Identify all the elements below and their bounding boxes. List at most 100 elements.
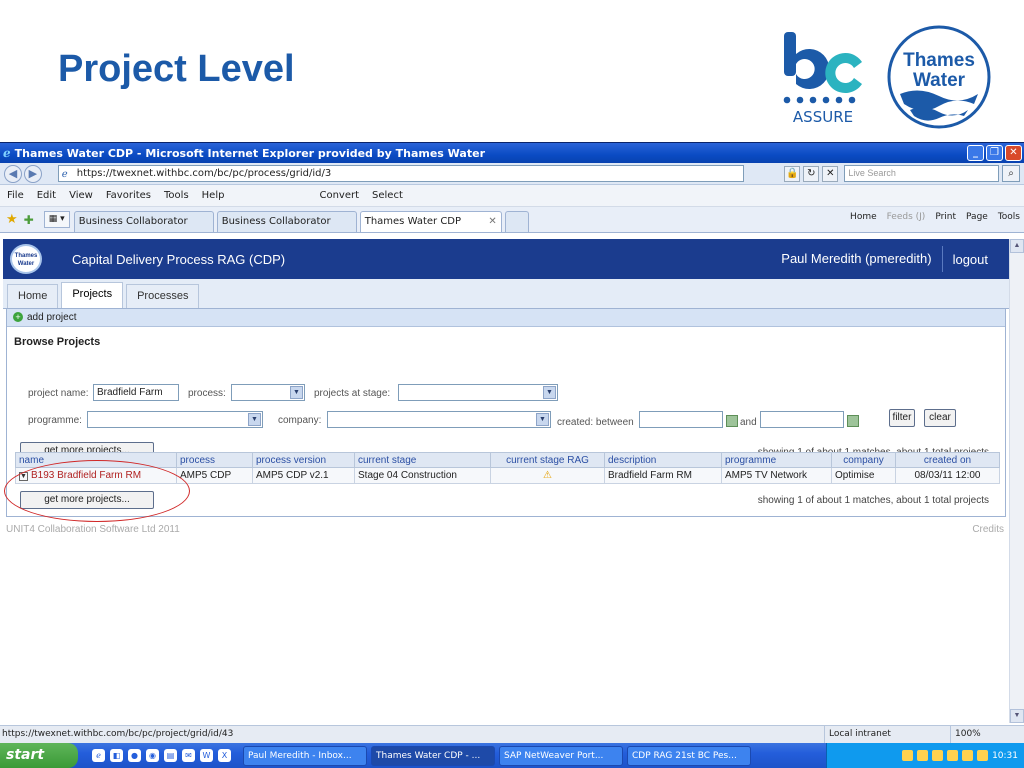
chevron-down-icon: ▼ <box>248 413 261 426</box>
tray-icon[interactable] <box>902 750 914 761</box>
tray-icon[interactable] <box>947 750 959 761</box>
tray-icon[interactable] <box>962 750 974 761</box>
lock-icon[interactable]: 🔒 <box>784 165 801 182</box>
column-header-process-version[interactable]: process version <box>252 452 355 468</box>
task-sap-netweaver[interactable]: SAP NetWeaver Port... <box>499 745 623 766</box>
clear-button[interactable]: clear <box>924 409 956 427</box>
scroll-down-icon[interactable]: ▼ <box>1010 709 1024 723</box>
calendar-icon[interactable] <box>726 415 738 427</box>
chevron-down-icon: ▼ <box>290 386 303 399</box>
media-quicklaunch-icon[interactable]: ● <box>128 749 141 762</box>
project-name-input[interactable]: Bradfield Farm <box>93 384 179 401</box>
task-cdp-rag-doc[interactable]: CDP RAG 21st BC Pes... <box>627 745 751 766</box>
app-title: Capital Delivery Process RAG (CDP) <box>72 251 286 267</box>
current-user: Paul Meredith (pmeredith) <box>781 246 943 272</box>
stage-select[interactable]: ▼ <box>398 384 558 401</box>
tray-icon[interactable] <box>977 750 989 761</box>
filter-button[interactable]: filter <box>889 409 915 427</box>
search-icon[interactable]: ⌕ <box>1002 165 1020 182</box>
favorites-star-icon[interactable]: ★ <box>6 212 18 227</box>
task-outlook[interactable]: Paul Meredith - Inbox... <box>243 745 367 766</box>
menu-file[interactable]: File <box>7 190 24 201</box>
quick-tabs-icon[interactable]: ▦ ▾ <box>43 211 70 228</box>
created-from-input[interactable] <box>639 411 723 428</box>
scroll-up-icon[interactable]: ▲ <box>1010 239 1024 253</box>
browser-tab-business-collaborator-1[interactable]: Business Collaborator <box>73 211 214 232</box>
add-project-button[interactable]: + add project <box>7 309 1005 327</box>
clock[interactable]: 10:31 <box>992 751 1018 761</box>
column-header-current-stage[interactable]: current stage <box>354 452 491 468</box>
cell-current-stage: Stage 04 Construction <box>354 467 491 484</box>
feeds-button[interactable]: Feeds (J) <box>887 212 926 222</box>
menu-view[interactable]: View <box>69 190 93 201</box>
column-header-process[interactable]: process <box>176 452 253 468</box>
browser-tab-thames-water-cdp[interactable]: ✕ Thames Water CDP <box>359 211 502 232</box>
home-button[interactable]: Home <box>850 212 877 222</box>
start-button[interactable]: start <box>0 743 78 768</box>
menu-tools[interactable]: Tools <box>164 190 189 201</box>
close-tab-icon[interactable]: ✕ <box>488 216 496 227</box>
new-tab-button[interactable] <box>504 211 529 232</box>
menu-bar: File Edit View Favorites Tools Help Conv… <box>0 185 1024 207</box>
folder-quicklaunch-icon[interactable]: ▤ <box>164 749 177 762</box>
print-button[interactable]: Print <box>935 212 956 222</box>
column-header-description[interactable]: description <box>604 452 722 468</box>
created-to-input[interactable] <box>760 411 844 428</box>
back-icon[interactable]: ◀ <box>4 164 22 183</box>
cell-description: Bradfield Farm RM <box>604 467 722 484</box>
ie-quicklaunch-icon[interactable]: ℯ <box>92 749 105 762</box>
outlook-quicklaunch-icon[interactable]: ✉ <box>182 749 195 762</box>
cell-process: AMP5 CDP <box>176 467 253 484</box>
add-favorite-icon[interactable]: ✚ <box>24 213 34 227</box>
tools-button[interactable]: Tools <box>998 212 1020 222</box>
slide-title: Project Level <box>58 48 295 90</box>
calendar-icon[interactable] <box>847 415 859 427</box>
tab-projects[interactable]: Projects <box>61 282 124 308</box>
project-name-label: project name: <box>28 388 89 399</box>
browser-tab-bar: ★ ✚ ▦ ▾ Business Collaborator Business C… <box>0 207 1024 233</box>
tab-processes[interactable]: Processes <box>126 284 200 308</box>
word-quicklaunch-icon[interactable]: W <box>200 749 213 762</box>
live-search-input[interactable]: Live Search <box>844 165 1000 182</box>
minimize-button[interactable]: _ <box>967 145 984 161</box>
status-bar: https://twexnet.withbc.com/bc/pc/project… <box>0 725 1024 743</box>
cell-programme: AMP5 TV Network <box>721 467 832 484</box>
menu-favorites[interactable]: Favorites <box>106 190 151 201</box>
browser-tab-label: Thames Water CDP <box>364 216 462 227</box>
close-window-button[interactable]: ✕ <box>1005 145 1022 161</box>
browser-tab-business-collaborator-2[interactable]: Business Collaborator <box>216 211 357 232</box>
convert-button[interactable]: Convert <box>319 190 359 201</box>
credits-link[interactable]: Credits <box>972 524 1004 535</box>
process-select[interactable]: ▼ <box>231 384 305 401</box>
zoom-level[interactable]: 100% <box>950 726 981 743</box>
desktop-quicklaunch-icon[interactable]: ◧ <box>110 749 123 762</box>
forward-icon[interactable]: ▶ <box>23 164 42 183</box>
programme-select[interactable]: ▼ <box>87 411 263 428</box>
column-header-company[interactable]: company <box>831 452 896 468</box>
column-header-created-on[interactable]: created on <box>895 452 1000 468</box>
url-field[interactable]: ℯ https://twexnet.withbc.com/bc/pc/proce… <box>57 165 745 182</box>
app-logo: Thames Water <box>10 244 42 274</box>
tray-icon[interactable] <box>932 750 944 761</box>
warning-icon: ⚠ <box>543 470 552 481</box>
excel-quicklaunch-icon[interactable]: X <box>218 749 231 762</box>
task-thames-water-cdp[interactable]: Thames Water CDP - ... <box>371 745 495 766</box>
company-select[interactable]: ▼ <box>327 411 551 428</box>
tray-icon[interactable] <box>917 750 929 761</box>
page-button[interactable]: Page <box>966 212 988 222</box>
copyright-text: UNIT4 Collaboration Software Ltd 2011 <box>6 524 180 535</box>
firefox-quicklaunch-icon[interactable]: ◉ <box>146 749 159 762</box>
restore-button[interactable]: ❐ <box>986 145 1003 161</box>
refresh-icon[interactable]: ↻ <box>803 165 820 182</box>
menu-edit[interactable]: Edit <box>37 190 56 201</box>
tab-home[interactable]: Home <box>7 284 59 308</box>
column-header-programme[interactable]: programme <box>721 452 832 468</box>
stop-icon[interactable]: ✕ <box>822 165 839 182</box>
column-header-stage-rag[interactable]: current stage RAG <box>490 452 605 468</box>
select-button[interactable]: Select <box>372 190 403 201</box>
window-titlebar[interactable]: ℯ Thames Water CDP - Microsoft Internet … <box>0 143 1024 163</box>
logout-link[interactable]: logout <box>943 252 1009 267</box>
menu-help[interactable]: Help <box>202 190 225 201</box>
window-title: Thames Water CDP - Microsoft Internet Ex… <box>14 146 485 160</box>
page-scrollbar[interactable]: ▲ ▼ <box>1009 239 1024 723</box>
